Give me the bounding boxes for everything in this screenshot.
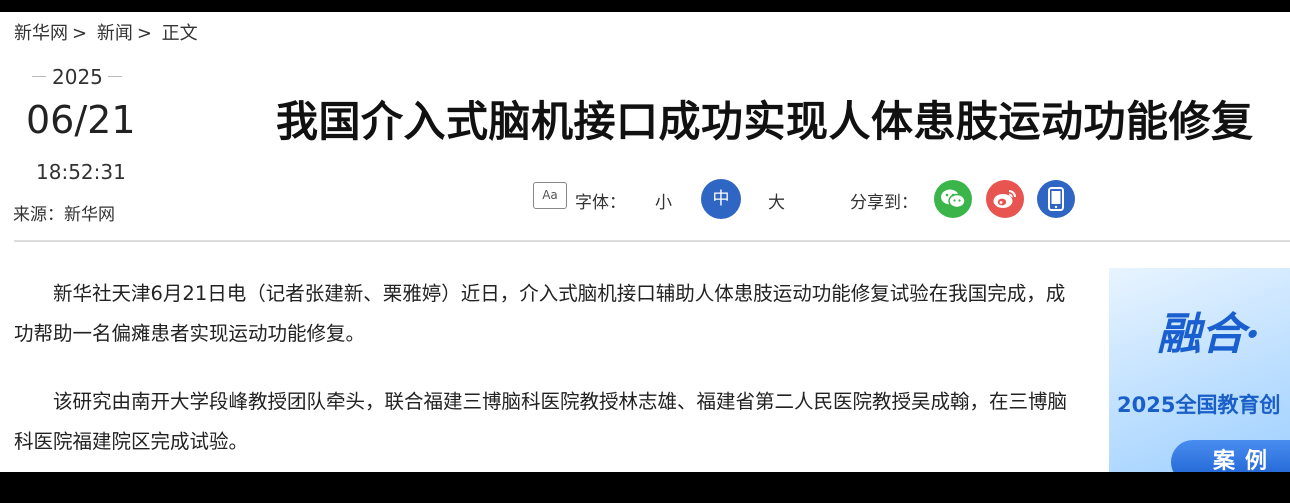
share-wechat-button[interactable] (934, 180, 972, 218)
article-paragraph: 新华社天津6月21日电（记者张建新、栗雅婷）近日，介入式脑机接口辅助人体患肢运动… (14, 282, 1066, 345)
share-mobile-button[interactable] (1037, 180, 1075, 218)
breadcrumb: 新华网 > 新闻 > 正文 (14, 19, 202, 45)
breadcrumb-link-xinhuanet[interactable]: 新华网 (14, 23, 68, 44)
breadcrumb-separator: > (136, 23, 152, 44)
weibo-icon (993, 190, 1016, 208)
breadcrumb-link-news[interactable]: 新闻 (97, 23, 133, 44)
font-size-icon: Aa (533, 182, 567, 209)
year-text: 2025 (52, 65, 103, 89)
article-toolbar: Aa 字体： 小 中 大 分享到： (533, 179, 1093, 219)
font-size-medium-button[interactable]: 中 (701, 179, 741, 219)
publish-time: 18:52:31 (36, 160, 126, 184)
article-page: 新华网 > 新闻 > 正文 2025 06/21 18:52:31 来源：新华网 我… (0, 12, 1290, 472)
share-weibo-button[interactable] (986, 180, 1024, 218)
banner-headline: 融合· (1157, 309, 1261, 360)
article-body: 新华社天津6月21日电（记者张建新、栗雅婷）近日，介入式脑机接口辅助人体患肢运动… (14, 274, 1069, 472)
wechat-icon (941, 189, 966, 209)
banner-case-button[interactable]: 案例 (1171, 440, 1290, 472)
article-source: 来源：新华网 (13, 205, 115, 225)
year-divider-right (108, 76, 122, 77)
font-size-label: 字体： (575, 193, 626, 213)
publish-year: 2025 (32, 65, 124, 89)
mobile-icon (1048, 187, 1064, 211)
breadcrumb-current: 正文 (161, 23, 198, 44)
font-size-small-button[interactable]: 小 (655, 188, 672, 213)
banner-subtitle: 2025全国教育创 (1117, 393, 1281, 417)
font-size-large-button[interactable]: 大 (768, 188, 785, 213)
year-divider-left (32, 76, 46, 77)
share-label: 分享到： (850, 193, 918, 213)
header-divider (14, 240, 1290, 242)
publish-date: 06/21 (26, 98, 136, 142)
promo-banner[interactable]: 融合· 2025全国教育创 案例 (1109, 268, 1290, 472)
breadcrumb-separator: > (72, 23, 88, 44)
article-paragraph: 该研究由南开大学段峰教授团队牵头，联合福建三博脑科医院教授林志雄、福建省第二人民… (14, 390, 1068, 453)
article-title: 我国介入式脑机接口成功实现人体患肢运动功能修复 (276, 97, 1254, 146)
